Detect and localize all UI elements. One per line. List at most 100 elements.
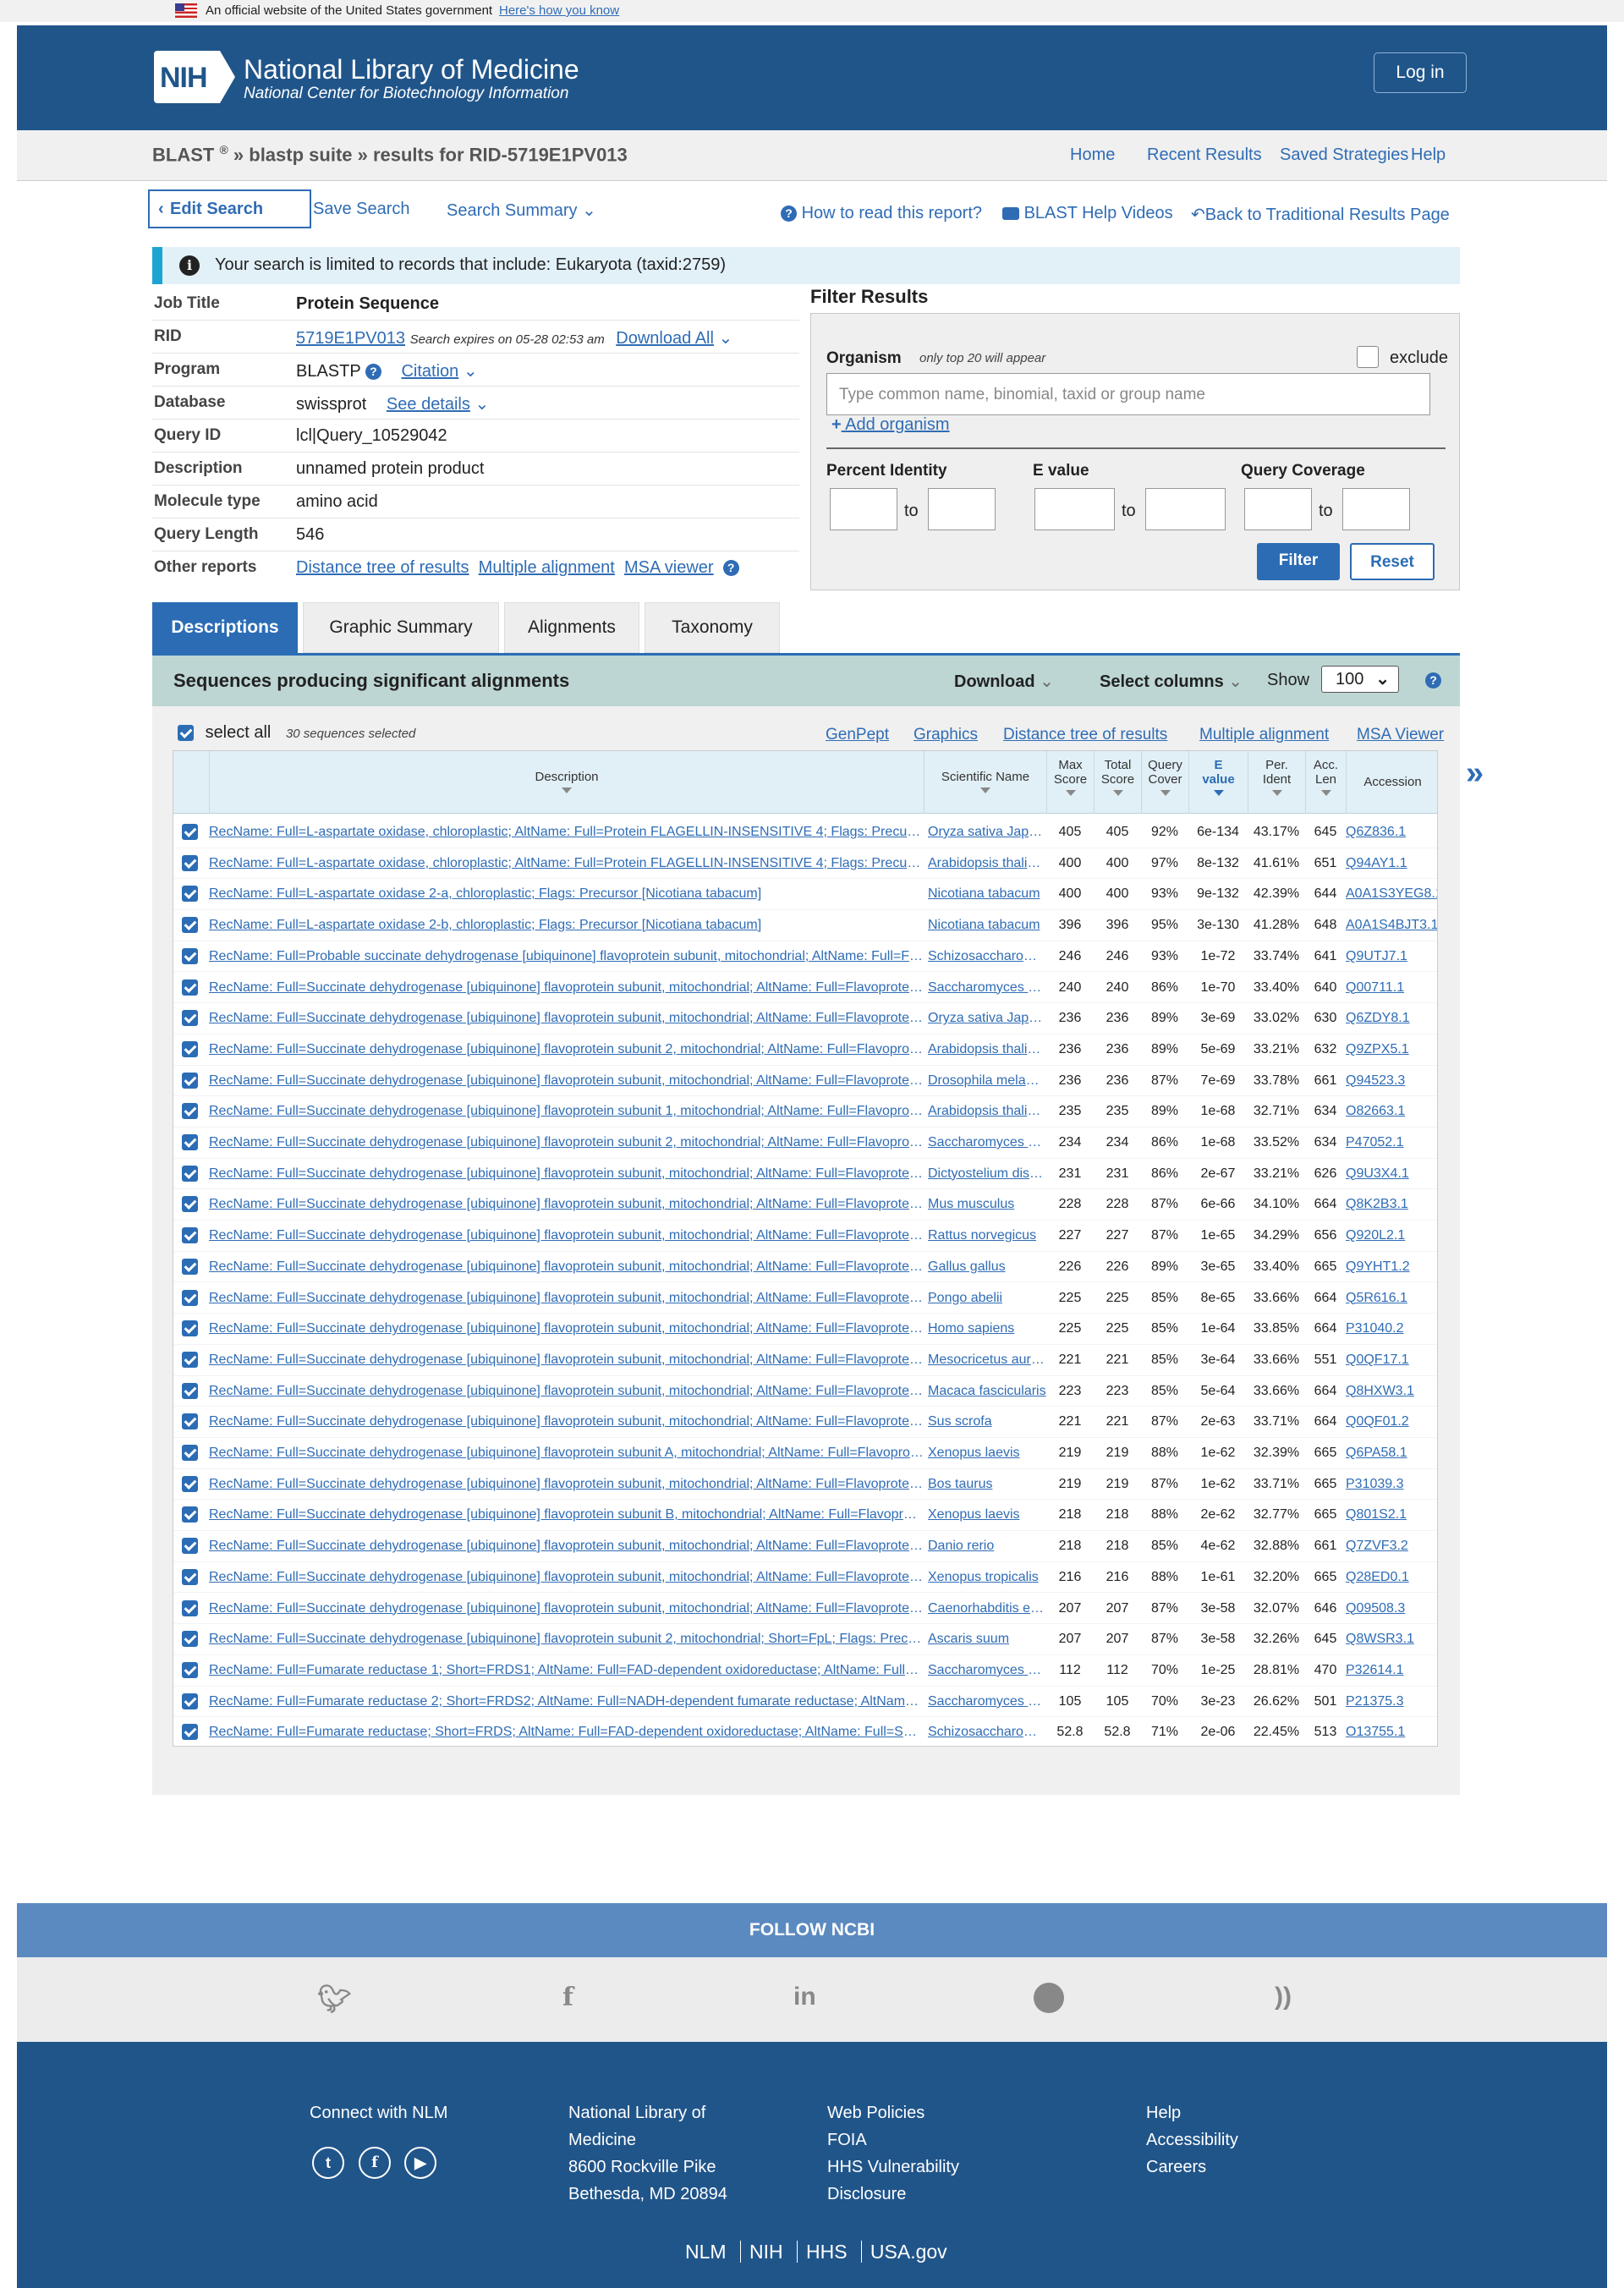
citation-dropdown[interactable]: Citation: [401, 362, 458, 381]
scientific-name-link[interactable]: Ascaris suum: [928, 1632, 1046, 1647]
scientific-name-link[interactable]: Mesocricetus auratus: [928, 1352, 1046, 1368]
col-description[interactable]: Description: [209, 751, 924, 814]
tab-descriptions[interactable]: Descriptions: [152, 602, 298, 653]
evalue-max-input[interactable]: [1145, 488, 1226, 530]
github-icon[interactable]: [1034, 1983, 1064, 2013]
scientific-name-link[interactable]: Danio rerio: [928, 1539, 1046, 1554]
description-link[interactable]: RecName: Full=Fumarate reductase 1; Shor…: [209, 1663, 924, 1678]
hhs-link[interactable]: HHS: [806, 2241, 848, 2263]
scientific-name-link[interactable]: Oryza sativa Japonica Group: [928, 825, 1046, 840]
accession-link[interactable]: Q5R616.1: [1346, 1291, 1437, 1306]
tab-graphic-summary[interactable]: Graphic Summary: [303, 602, 499, 653]
description-link[interactable]: RecName: Full=Fumarate reductase; Short=…: [209, 1725, 924, 1740]
scientific-name-link[interactable]: Arabidopsis thaliana: [928, 856, 1046, 871]
col-accession[interactable]: Accession: [1346, 751, 1437, 814]
scientific-name-link[interactable]: Gallus gallus: [928, 1259, 1046, 1275]
scientific-name-link[interactable]: Pongo abelii: [928, 1291, 1046, 1306]
row-checkbox[interactable]: [182, 1693, 198, 1709]
row-checkbox[interactable]: [182, 1475, 198, 1492]
accession-link[interactable]: Q9U3X4.1: [1346, 1166, 1437, 1182]
accession-link[interactable]: Q8K2B3.1: [1346, 1197, 1437, 1212]
show-count-select[interactable]: 100 ⌄: [1321, 666, 1399, 693]
description-link[interactable]: RecName: Full=Succinate dehydrogenase [u…: [209, 1042, 924, 1057]
scientific-name-link[interactable]: Macaca fascicularis: [928, 1384, 1046, 1399]
rss-icon[interactable]: )): [1275, 1983, 1292, 2011]
add-organism-link[interactable]: + Add organism: [831, 415, 950, 435]
description-link[interactable]: RecName: Full=Succinate dehydrogenase [u…: [209, 1011, 924, 1026]
row-checkbox[interactable]: [182, 1506, 198, 1523]
scientific-name-link[interactable]: Homo sapiens: [928, 1321, 1046, 1336]
row-checkbox[interactable]: [182, 824, 198, 840]
accession-link[interactable]: Q6PA58.1: [1346, 1446, 1437, 1461]
row-checkbox[interactable]: [182, 1568, 198, 1585]
row-checkbox[interactable]: [182, 1258, 198, 1275]
accession-link[interactable]: Q7ZVF3.2: [1346, 1539, 1437, 1554]
help-icon[interactable]: ?: [365, 364, 381, 381]
description-link[interactable]: RecName: Full=Succinate dehydrogenase [u…: [209, 1166, 924, 1182]
facebook-icon[interactable]: f: [562, 1983, 573, 2012]
row-checkbox[interactable]: [182, 1103, 198, 1120]
row-checkbox[interactable]: [182, 947, 198, 964]
expand-columns-icon[interactable]: »: [1466, 755, 1484, 792]
scientific-name-link[interactable]: Saccharomyces cerevisiae: [928, 1663, 1046, 1678]
description-link[interactable]: RecName: Full=L-aspartate oxidase, chlor…: [209, 825, 924, 840]
accessibility-link[interactable]: Accessibility: [1146, 2126, 1238, 2154]
description-link[interactable]: RecName: Full=L-aspartate oxidase 2-b, c…: [209, 918, 924, 933]
accession-link[interactable]: Q6ZDY8.1: [1346, 1011, 1437, 1026]
description-link[interactable]: RecName: Full=Fumarate reductase 2; Shor…: [209, 1694, 924, 1709]
description-link[interactable]: RecName: Full=Succinate dehydrogenase [u…: [209, 1570, 924, 1585]
accession-link[interactable]: P31040.2: [1346, 1321, 1437, 1336]
msa-viewer-link[interactable]: MSA Viewer: [1357, 726, 1444, 744]
accession-link[interactable]: Q9ZPX5.1: [1346, 1042, 1437, 1057]
edit-search-button[interactable]: ‹ Edit Search: [148, 189, 311, 228]
description-link[interactable]: RecName: Full=Succinate dehydrogenase [u…: [209, 1507, 924, 1523]
accession-link[interactable]: Q920L2.1: [1346, 1228, 1437, 1243]
description-link[interactable]: RecName: Full=Succinate dehydrogenase [u…: [209, 1135, 924, 1150]
row-checkbox[interactable]: [182, 1165, 198, 1182]
scientific-name-link[interactable]: Xenopus laevis: [928, 1446, 1046, 1461]
description-link[interactable]: RecName: Full=L-aspartate oxidase, chlor…: [209, 856, 924, 871]
accession-link[interactable]: P31039.3: [1346, 1477, 1437, 1492]
save-search-link[interactable]: Save Search: [313, 200, 410, 219]
row-checkbox[interactable]: [182, 1538, 198, 1555]
download-all-dropdown[interactable]: Download All: [616, 329, 714, 348]
col-max-score[interactable]: Max Score: [1046, 751, 1094, 814]
percent-identity-max-input[interactable]: [928, 488, 996, 530]
row-checkbox[interactable]: [182, 1599, 198, 1616]
tab-taxonomy[interactable]: Taxonomy: [645, 602, 780, 653]
scientific-name-link[interactable]: Xenopus laevis: [928, 1507, 1046, 1523]
accession-link[interactable]: Q0QF01.2: [1346, 1414, 1437, 1429]
how-to-read-link[interactable]: ? How to read this report?: [781, 204, 982, 223]
twitter-icon[interactable]: t: [312, 2147, 344, 2179]
query-coverage-min-input[interactable]: [1244, 488, 1312, 530]
scientific-name-link[interactable]: Nicotiana tabacum: [928, 886, 1046, 902]
accession-link[interactable]: Q94AY1.1: [1346, 856, 1437, 871]
description-link[interactable]: RecName: Full=Succinate dehydrogenase [u…: [209, 1228, 924, 1243]
row-checkbox[interactable]: [182, 1072, 198, 1089]
scientific-name-link[interactable]: Bos taurus: [928, 1477, 1046, 1492]
description-link[interactable]: RecName: Full=Succinate dehydrogenase [u…: [209, 1352, 924, 1368]
scientific-name-link[interactable]: Mus musculus: [928, 1197, 1046, 1212]
row-checkbox[interactable]: [182, 1227, 198, 1244]
accession-link[interactable]: Q00711.1: [1346, 980, 1437, 996]
row-checkbox[interactable]: [182, 886, 198, 903]
accession-link[interactable]: Q8WSR3.1: [1346, 1632, 1437, 1647]
download-dropdown[interactable]: Download ⌄: [954, 671, 1054, 692]
row-checkbox[interactable]: [182, 1134, 198, 1150]
row-checkbox[interactable]: [182, 1196, 198, 1213]
scientific-name-link[interactable]: Schizosaccharomyces pombe: [928, 949, 1046, 964]
filter-button[interactable]: Filter: [1257, 543, 1340, 580]
description-link[interactable]: RecName: Full=Succinate dehydrogenase [u…: [209, 1384, 924, 1399]
description-link[interactable]: RecName: Full=Succinate dehydrogenase [u…: [209, 1197, 924, 1212]
percent-identity-min-input[interactable]: [830, 488, 897, 530]
scientific-name-link[interactable]: Saccharomyces cerevisiae: [928, 980, 1046, 996]
row-checkbox[interactable]: [182, 1040, 198, 1057]
graphics-link[interactable]: Graphics: [914, 726, 978, 744]
rid-link[interactable]: 5719E1PV013: [296, 329, 405, 348]
youtube-icon[interactable]: ▶: [404, 2147, 436, 2179]
usa-gov-link[interactable]: USA.gov: [870, 2241, 947, 2263]
description-link[interactable]: RecName: Full=Succinate dehydrogenase [u…: [209, 1104, 924, 1119]
genpept-link[interactable]: GenPept: [826, 726, 889, 744]
multiple-alignment-link[interactable]: Multiple alignment: [479, 558, 615, 577]
scientific-name-link[interactable]: Schizosaccharomyces pombe: [928, 1725, 1046, 1740]
